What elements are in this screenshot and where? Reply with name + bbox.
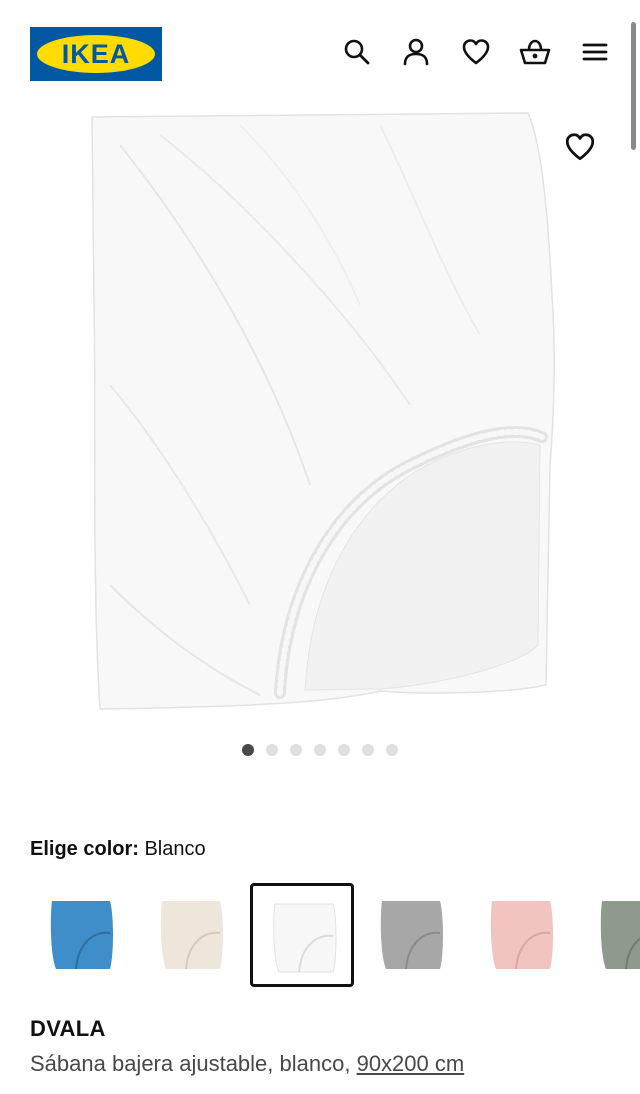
logo-text: IKEA: [61, 38, 131, 69]
product-size-link[interactable]: 90x200 cm: [357, 1051, 465, 1076]
product-description-text: Sábana bajera ajustable, blanco,: [30, 1051, 357, 1076]
page-scrollbar[interactable]: [631, 22, 636, 150]
color-swatch-selected[interactable]: [250, 883, 354, 987]
menu-icon[interactable]: [579, 36, 611, 68]
pagination-dot[interactable]: [386, 744, 398, 756]
image-pagination: [242, 744, 398, 756]
pagination-dot[interactable]: [362, 744, 374, 756]
search-icon[interactable]: [341, 36, 373, 68]
product-name: DVALA: [30, 1016, 106, 1041]
pagination-dot[interactable]: [290, 744, 302, 756]
user-icon[interactable]: [400, 36, 432, 68]
color-swatch[interactable]: [360, 883, 464, 987]
favorite-heart-outline-icon[interactable]: [563, 130, 597, 164]
color-swatch[interactable]: [470, 883, 574, 987]
color-swatches: [30, 883, 640, 989]
site-header: IKEA: [0, 0, 640, 110]
color-swatch[interactable]: [580, 883, 640, 987]
pagination-dot[interactable]: [338, 744, 350, 756]
pagination-dot[interactable]: [266, 744, 278, 756]
color-label-title: Elige color:: [30, 838, 139, 860]
color-swatch[interactable]: [140, 883, 244, 987]
pagination-dot[interactable]: [242, 744, 254, 756]
product-description: Sábana bajera ajustable, blanco, 90x200 …: [30, 1051, 464, 1077]
selected-color-value: Blanco: [144, 838, 206, 860]
product-image[interactable]: [80, 105, 560, 725]
ikea-logo[interactable]: IKEA: [30, 27, 162, 81]
heart-icon[interactable]: [460, 36, 492, 68]
basket-icon[interactable]: [519, 36, 551, 68]
pagination-dot[interactable]: [314, 744, 326, 756]
color-picker-label: Elige color: Blanco: [30, 838, 206, 861]
color-swatch[interactable]: [30, 883, 134, 987]
